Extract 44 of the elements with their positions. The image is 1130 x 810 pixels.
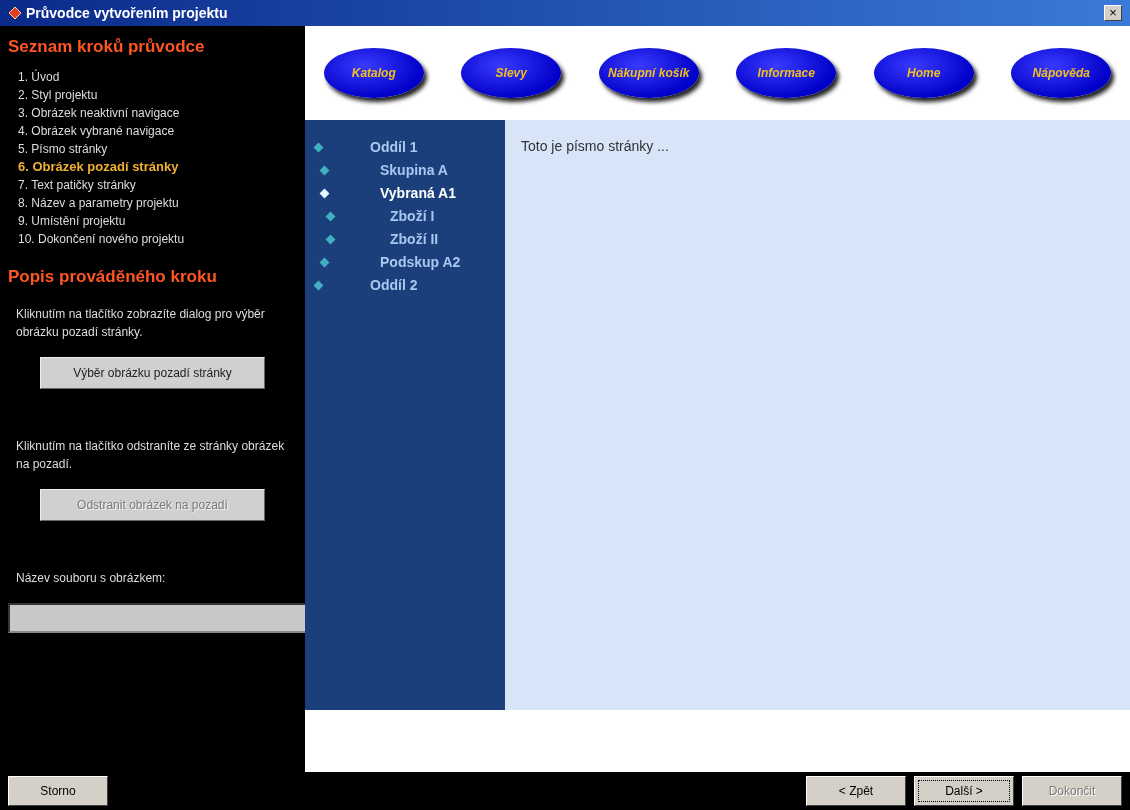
steps-heading: Seznam kroků průvodce — [8, 36, 206, 58]
nav-button[interactable]: Katalog — [323, 48, 424, 98]
nav-button[interactable]: Informace — [736, 48, 837, 98]
bullet-icon — [325, 234, 336, 245]
nav-button[interactable]: Slevy — [461, 48, 562, 98]
wizard-step: 2. Styl projektu — [8, 85, 297, 104]
window-title: Průvodce vytvořením projektu — [26, 3, 228, 23]
wizard-step: 3. Obrázek neaktivní navigace — [8, 103, 297, 122]
description-text: Kliknutím na tlačítko odstraníte ze stránky obrázek na pozadí. — [15, 438, 286, 473]
wizard-step: 4. Obrázek vybrané navigace — [8, 121, 297, 140]
footer-button[interactable]: Storno — [8, 776, 108, 806]
tree-item[interactable]: Oddíl 2 — [370, 274, 418, 297]
nav-button[interactable]: Home — [873, 48, 974, 98]
bullet-icon — [319, 257, 330, 268]
tree-item[interactable]: Oddíl 1 — [370, 136, 418, 159]
bullet-icon — [325, 211, 336, 222]
app-icon — [8, 6, 22, 20]
action-button[interactable]: Výběr obrázku pozadí stránky — [40, 357, 265, 389]
wizard-step: 1. Úvod — [8, 67, 297, 86]
wizard-step: 7. Text patičky stránky — [8, 175, 297, 194]
footer-button[interactable]: Další > — [914, 776, 1014, 806]
wizard-step: 6. Obrázek pozadí stránky — [8, 157, 297, 176]
bullet-icon — [319, 188, 330, 199]
tree-item[interactable]: Zboží II — [390, 228, 439, 251]
wizard-step: 5. Písmo stránky — [8, 139, 297, 158]
tree-item[interactable]: Zboží I — [390, 205, 435, 228]
tree-item[interactable]: Podskup A2 — [380, 251, 461, 274]
sample-text: Toto je písmo stránky ... — [521, 138, 669, 154]
description-heading: Popis prováděného kroku — [8, 265, 218, 288]
nav-button[interactable]: Nápověda — [1011, 48, 1112, 98]
bullet-icon — [319, 165, 330, 176]
tree-item[interactable]: Vybraná A1 — [380, 182, 456, 205]
tree-item[interactable]: Skupina A — [380, 159, 448, 182]
file-name-field[interactable] — [8, 603, 308, 633]
file-name-label: Název souboru s obrázkem: — [15, 570, 167, 587]
wizard-step: 10. Dokončení nového projektu — [8, 229, 297, 248]
bullet-icon — [313, 142, 324, 153]
bullet-icon — [313, 280, 324, 291]
wizard-step: 8. Název a parametry projektu — [8, 193, 297, 212]
nav-button[interactable]: Nákupní košík — [598, 48, 699, 98]
wizard-step: 9. Umístění projektu — [8, 211, 297, 230]
close-button[interactable]: × — [1104, 5, 1122, 21]
footer-button[interactable]: < Zpět — [806, 776, 906, 806]
description-text: Kliknutím na tlačítko zobrazíte dialog pro výběr obrázku pozadí stránky. — [15, 306, 266, 341]
